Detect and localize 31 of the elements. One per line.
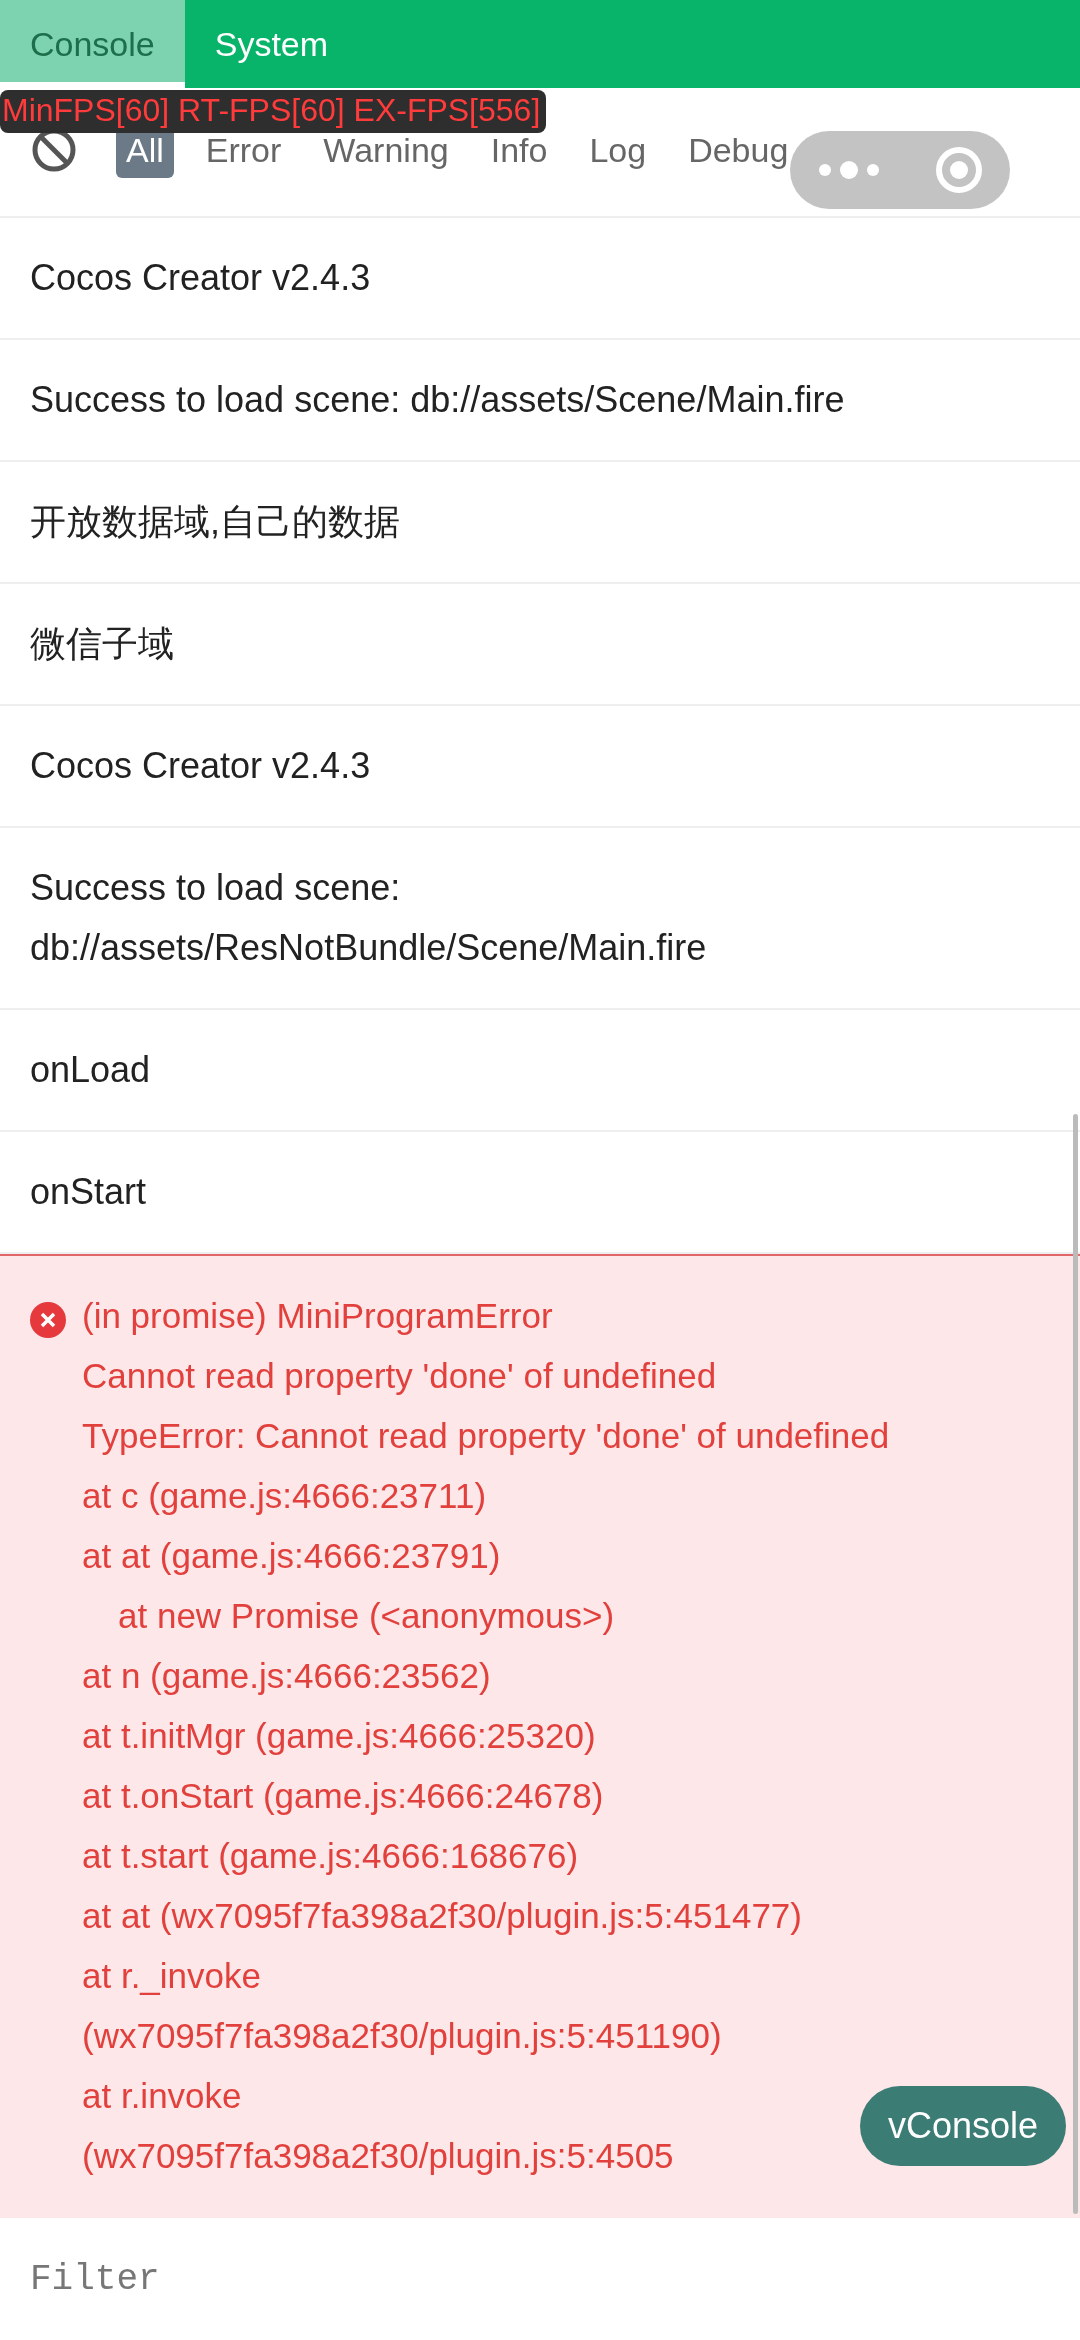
error-line: at t.onStart (game.js:4666:24678) — [82, 1775, 605, 1817]
vconsole-button[interactable]: vConsole — [859, 2086, 1066, 2166]
filter-tab[interactable]: Log — [579, 122, 657, 178]
filter-tab[interactable]: Debug — [678, 122, 799, 178]
log-message: 微信子域 — [30, 622, 175, 666]
error-line: at n (game.js:4666:23562) — [82, 1655, 492, 1697]
error-line: (in promise) MiniProgramError — [82, 1295, 554, 1337]
error-line: at r._invoke (wx7095f7fa398a2f30/plugin.js:5:451190) — [82, 1955, 723, 2057]
more-icon[interactable] — [816, 160, 881, 180]
error-line: (wx7095f7fa398a2f30/plugin.js:5:4505 — [82, 2135, 675, 2177]
target-icon[interactable] — [933, 145, 984, 195]
error-line: at at (game.js:4666:23791) — [82, 1535, 502, 1577]
error-line: at c (game.js:4666:23711) — [82, 1475, 488, 1517]
log-message: onStart — [30, 1170, 148, 1214]
error-icon — [30, 1302, 66, 1338]
error-line: TypeError: Cannot read property 'done' of undefined — [82, 1415, 891, 1457]
error-line: at t.initMgr (game.js:4666:25320) — [82, 1715, 597, 1757]
log-message: Success to load scene: db://assets/Scene/Main.fire — [30, 378, 846, 422]
error-line: at t.start (game.js:4666:168676) — [82, 1835, 580, 1877]
error-line: at new Promise (<anonymous>) — [117, 1595, 616, 1637]
log-message: onLoad — [30, 1048, 152, 1092]
error-line: at r.invoke — [82, 2075, 243, 2117]
error-line: Cannot read property 'done' of undefined — [82, 1355, 718, 1397]
log-message: 开放数据域,自己的数据 — [30, 500, 401, 544]
fps-overlay: MinFPS[60] RT-FPS[60] EX-FPS[556] — [0, 90, 547, 133]
log-message: Cocos Creator v2.4.3 — [30, 256, 372, 300]
error-line: at at (wx7095f7fa398a2f30/plugin.js:5:451477) — [82, 1895, 803, 1937]
log-message: Success to load scene: db://assets/ResNotBundle/Scene/Main.fire — [30, 866, 708, 970]
log-message: Cocos Creator v2.4.3 — [30, 744, 372, 788]
scrollbar[interactable] — [1073, 1114, 1078, 2214]
tab[interactable]: Console — [0, 0, 185, 88]
